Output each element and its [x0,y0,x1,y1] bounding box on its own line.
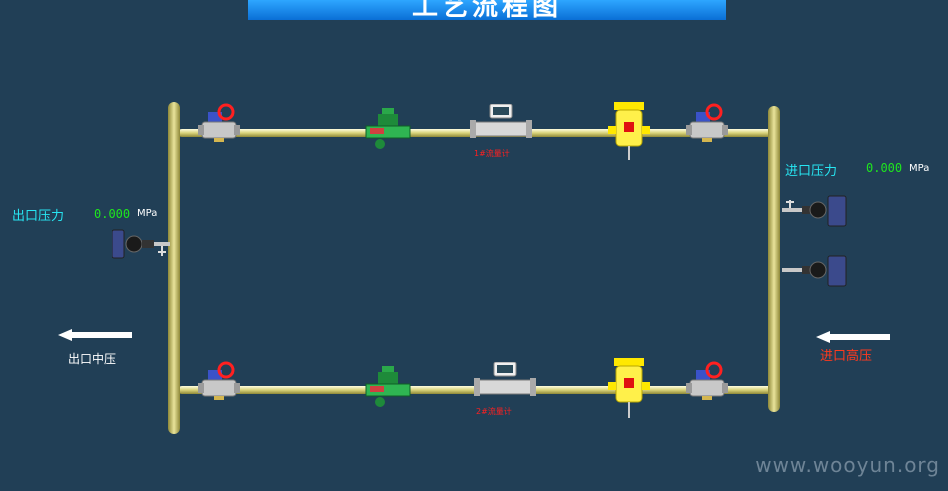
filter-bottom[interactable] [608,356,650,424]
flowmeter-2-label: 2#流量计 [476,407,512,416]
outlet-arrow-icon [58,326,134,345]
ball-valve-bottom-right[interactable] [686,360,728,408]
watermark: www.wooyun.org [755,453,940,477]
pressure-regulator-top[interactable] [364,108,412,156]
ball-valve-bottom-left[interactable] [198,360,240,408]
inlet-pressure-transmitter-1[interactable] [782,194,848,232]
right-pipe [768,106,780,412]
inlet-pressure-label: 进口压力 [785,164,838,179]
inlet-pressure-transmitter-2[interactable] [782,254,848,292]
inlet-arrow-label: 进口高压 [820,349,873,364]
title-bar: 工艺流程图 [248,0,726,20]
flowmeter-1[interactable] [470,103,532,148]
outlet-pressure-label: 出口压力 [12,209,65,224]
ball-valve-top-left[interactable] [198,102,240,150]
flowmeter-1-label: 1#流量计 [474,149,510,158]
page-title: 工艺流程图 [411,0,562,20]
filter-top[interactable] [608,100,650,166]
outlet-arrow-label: 出口中压 [68,352,117,366]
ball-valve-top-right[interactable] [686,102,728,150]
outlet-pressure-unit: MPa [137,208,158,219]
inlet-pressure-unit: MPa [909,163,930,174]
left-pipe [168,102,180,434]
inlet-pressure-value: 0.000 [866,161,903,175]
pressure-regulator-bottom[interactable] [364,366,412,414]
flowmeter-2[interactable] [474,361,536,408]
outlet-pressure-value: 0.000 [94,207,131,221]
outlet-pressure-transmitter[interactable] [111,228,170,264]
